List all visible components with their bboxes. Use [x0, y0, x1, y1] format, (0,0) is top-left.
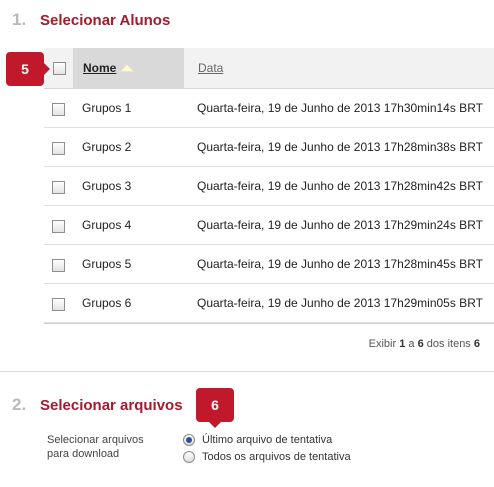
pager-total: 6 — [473, 338, 480, 350]
sort-ascending-icon — [120, 64, 134, 72]
students-table: Nome Data Grupos 1 Quarta-feira, 19 de J… — [44, 48, 494, 368]
row-checkbox[interactable] — [52, 103, 65, 116]
cell-name: Grupos 5 — [82, 257, 132, 271]
pager-middle: dos itens — [426, 338, 471, 350]
pager-to: 6 — [417, 338, 424, 350]
select-all-checkbox[interactable] — [53, 62, 66, 75]
cell-date: Quarta-feira, 19 de Junho de 2013 17h28m… — [197, 257, 483, 271]
callout-badge-5: 5 — [6, 52, 50, 86]
table-row: Grupos 2 Quarta-feira, 19 de Junho de 20… — [44, 128, 494, 167]
cell-date: Quarta-feira, 19 de Junho de 2013 17h29m… — [197, 218, 483, 232]
table-row: Grupos 3 Quarta-feira, 19 de Junho de 20… — [44, 167, 494, 206]
download-field-label: Selecionar arquivos para download — [47, 434, 144, 460]
table-row: Grupos 4 Quarta-feira, 19 de Junho de 20… — [44, 206, 494, 245]
cell-date: Quarta-feira, 19 de Junho de 2013 17h29m… — [197, 296, 483, 310]
cell-name: Grupos 3 — [82, 179, 132, 193]
column-header-nome-label: Nome — [83, 61, 117, 75]
radio-option-all-attempts[interactable]: Todos os arquivos de tentativa — [183, 451, 351, 463]
section-title: Selecionar Alunos — [40, 12, 171, 29]
table-footer: Exibir 1 a 6 dos itens 6 — [44, 323, 494, 368]
cell-name: Grupos 4 — [82, 218, 132, 232]
row-checkbox[interactable] — [52, 142, 65, 155]
pager-from: 1 — [399, 338, 406, 350]
row-checkbox[interactable] — [52, 220, 65, 233]
table-row: Grupos 5 Quarta-feira, 19 de Junho de 20… — [44, 245, 494, 284]
table-row: Grupos 1 Quarta-feira, 19 de Junho de 20… — [44, 89, 494, 128]
column-header-nome[interactable]: Nome — [73, 48, 184, 88]
pager-sep: a — [408, 338, 415, 350]
section-2-heading: 2. Selecionar arquivos — [12, 395, 183, 415]
radio-button[interactable] — [183, 451, 195, 463]
cell-name: Grupos 1 — [82, 101, 132, 115]
radio-button-selected[interactable] — [183, 434, 195, 446]
section-1-heading: 1. Selecionar Alunos — [12, 10, 170, 30]
row-checkbox[interactable] — [52, 181, 65, 194]
step-number: 2. — [12, 395, 27, 414]
cell-date: Quarta-feira, 19 de Junho de 2013 17h30m… — [197, 101, 483, 115]
callout-badge-6: 6 — [196, 388, 234, 428]
pagination-summary: Exibir 1 a 6 dos itens 6 — [369, 338, 480, 350]
radio-option-last-attempt[interactable]: Último arquivo de tentativa — [183, 434, 332, 446]
section-title: Selecionar arquivos — [40, 397, 183, 414]
pager-prefix: Exibir — [368, 338, 397, 350]
column-header-data[interactable]: Data — [198, 61, 223, 75]
radio-label: Último arquivo de tentativa — [202, 434, 333, 446]
row-checkbox[interactable] — [52, 298, 65, 311]
cell-name: Grupos 2 — [82, 140, 132, 154]
table-header: Nome Data — [44, 48, 494, 89]
cell-name: Grupos 6 — [82, 296, 132, 310]
cell-date: Quarta-feira, 19 de Junho de 2013 17h28m… — [197, 140, 483, 154]
table-row: Grupos 6 Quarta-feira, 19 de Junho de 20… — [44, 284, 494, 323]
row-checkbox[interactable] — [52, 259, 65, 272]
step-number: 1. — [12, 10, 27, 29]
section-divider — [0, 371, 494, 372]
cell-date: Quarta-feira, 19 de Junho de 2013 17h28m… — [197, 179, 483, 193]
radio-label: Todos os arquivos de tentativa — [202, 451, 351, 463]
